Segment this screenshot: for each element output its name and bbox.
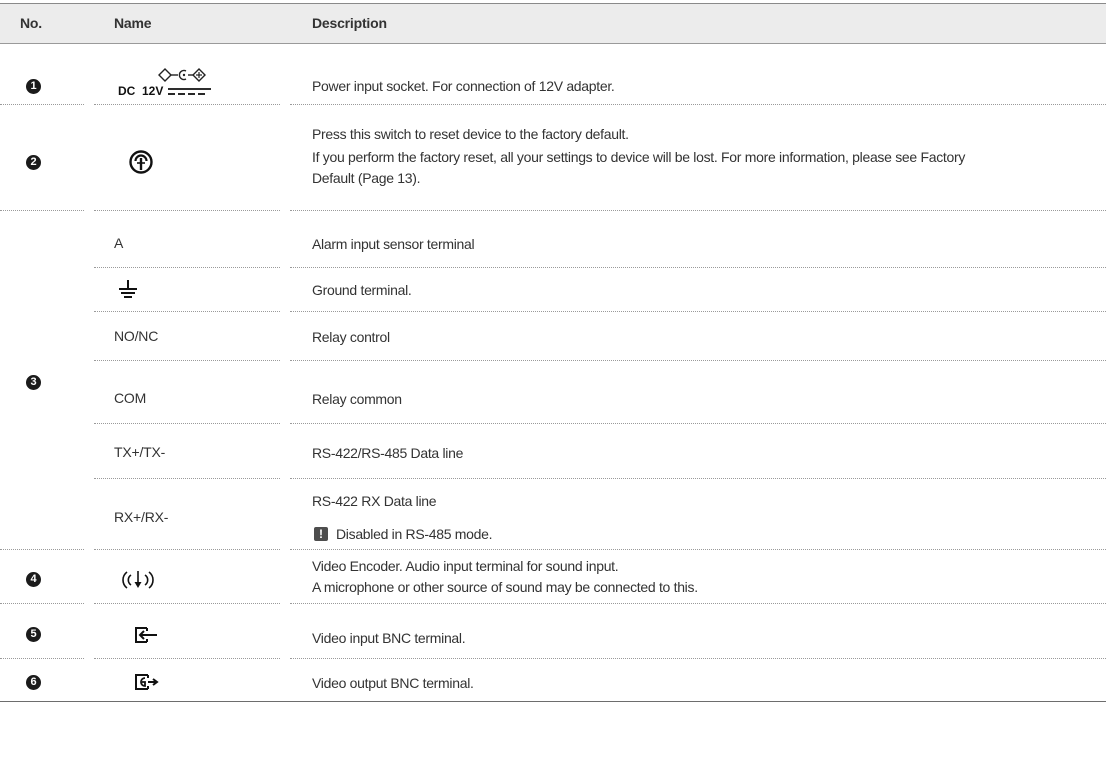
row-1-description: Power input socket. For connection of 12… xyxy=(312,78,615,94)
svg-text:12V: 12V xyxy=(142,84,163,98)
terminal-com-name: COM xyxy=(114,390,147,406)
ground-icon xyxy=(119,280,137,298)
terminal-nonc-description: Relay control xyxy=(312,329,390,345)
row-number-5: 5 xyxy=(26,627,41,642)
terminal-rx-description: RS-422 RX Data line xyxy=(312,493,437,509)
header-no: No. xyxy=(20,15,42,31)
row-4-description-line-2: A microphone or other source of sound ma… xyxy=(312,579,698,595)
terminal-a-name: A xyxy=(114,235,124,251)
row-number-2: 2 xyxy=(26,155,41,170)
note-icon: ! xyxy=(314,527,328,541)
terminal-rx-note: Disabled in RS-485 mode. xyxy=(336,526,493,542)
row-2-description-line-2: If you perform the factory reset, all yo… xyxy=(312,149,966,165)
row-4-description-line-1: Video Encoder. Audio input terminal for … xyxy=(312,558,619,574)
reset-switch-icon xyxy=(129,150,153,174)
row-6-description: Video output BNC terminal. xyxy=(312,675,474,691)
ground-description: Ground terminal. xyxy=(312,282,412,298)
row-2-description-line-3: Default (Page 13). xyxy=(312,170,421,186)
terminal-com-description: Relay common xyxy=(312,391,402,407)
header-description: Description xyxy=(312,15,387,31)
video-input-icon xyxy=(135,627,157,643)
row-number-3: 3 xyxy=(26,375,41,390)
row-5-description: Video input BNC terminal. xyxy=(312,630,466,646)
terminal-a-description: Alarm input sensor terminal xyxy=(312,236,475,252)
row-number-4: 4 xyxy=(26,572,41,587)
audio-input-icon xyxy=(122,571,154,589)
terminal-tx-description: RS-422/RS-485 Data line xyxy=(312,445,464,461)
table-bottom-rule xyxy=(0,701,1106,702)
row-number-1: 1 xyxy=(26,79,41,94)
terminal-rx-name: RX+/RX- xyxy=(114,509,169,525)
table-header: No. Name Description xyxy=(0,3,1106,44)
svg-text:DC: DC xyxy=(118,84,136,98)
terminal-nonc-name: NO/NC xyxy=(114,328,159,344)
terminal-tx-name: TX+/TX- xyxy=(114,444,166,460)
video-output-icon xyxy=(135,674,159,690)
dc-power-icon: DC 12V xyxy=(118,68,211,98)
header-name: Name xyxy=(114,15,152,31)
row-2-description-line-1: Press this switch to reset device to the… xyxy=(312,126,629,142)
row-number-6: 6 xyxy=(26,675,41,690)
